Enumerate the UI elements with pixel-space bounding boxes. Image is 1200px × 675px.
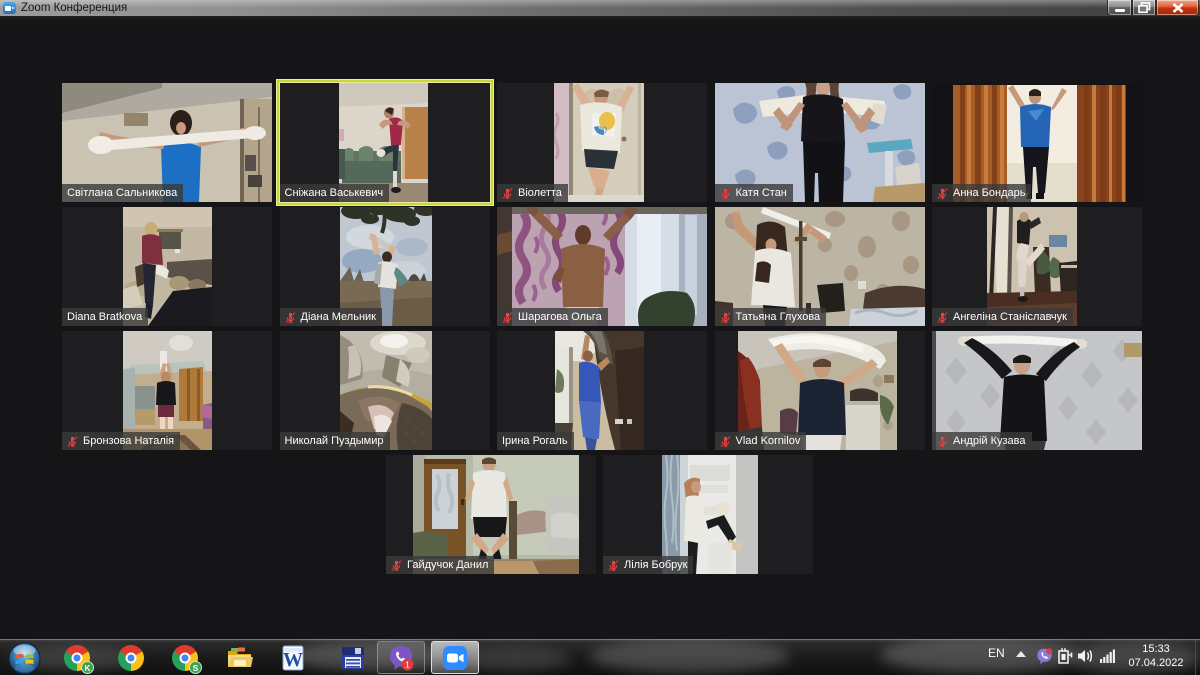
svg-text:20: 20 bbox=[597, 125, 607, 135]
svg-text:1: 1 bbox=[405, 660, 410, 670]
svg-text:W: W bbox=[283, 649, 303, 671]
